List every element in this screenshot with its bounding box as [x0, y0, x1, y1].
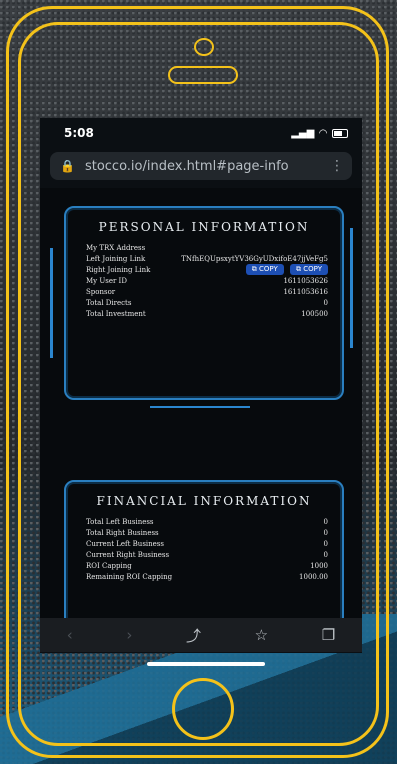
phone-screen: 5:08 ▂▄▆ ◠ 🔒 stocco.io/index.html#page-i…: [40, 118, 362, 653]
row-user-id: My User ID 1611053626: [86, 275, 328, 286]
row-label: Total Directs: [86, 298, 132, 307]
row-value: 0: [323, 539, 328, 548]
share-icon[interactable]: ⤴: [186, 625, 201, 646]
row-total-right-business: Total Right Business 0: [86, 527, 328, 538]
home-button[interactable]: [172, 678, 234, 740]
row-total-investment: Total Investment 100500: [86, 308, 328, 319]
row-value: 0: [323, 550, 328, 559]
personal-info-rows: My TRX Address Left Joining Link TNfhEQU…: [86, 242, 328, 319]
financial-info-rows: Total Left Business 0 Total Right Busine…: [86, 516, 328, 582]
personal-info-title: PERSONAL INFORMATION: [98, 220, 310, 234]
row-label: ROI Capping: [86, 561, 132, 570]
row-label: My TRX Address: [86, 243, 146, 252]
financial-info-title: FINANCIAL INFORMATION: [96, 494, 312, 508]
status-bar: 5:08 ▂▄▆ ◠: [40, 118, 362, 148]
home-indicator: [147, 662, 265, 666]
row-label: Right Joining Link: [86, 265, 151, 274]
row-total-left-business: Total Left Business 0: [86, 516, 328, 527]
row-label: Current Left Business: [86, 539, 164, 548]
row-remaining-roi-capping: Remaining ROI Capping 1000.00: [86, 571, 328, 582]
row-value: 1000.00: [299, 572, 328, 581]
status-icons: ▂▄▆ ◠: [291, 128, 348, 139]
row-value: 0: [323, 517, 328, 526]
row-value: 1611053626: [283, 276, 328, 285]
address-bar[interactable]: 🔒 stocco.io/index.html#page-info ⋮: [50, 152, 352, 180]
lock-icon: 🔒: [60, 159, 75, 173]
menu-icon[interactable]: ⋮: [330, 158, 344, 174]
copy-label: COPY: [259, 265, 278, 273]
row-value: 0: [323, 528, 328, 537]
row-total-directs: Total Directs 0: [86, 297, 328, 308]
row-value: 100500: [301, 309, 328, 318]
row-roi-capping: ROI Capping 1000: [86, 560, 328, 571]
signal-icon: ▂▄▆: [291, 127, 315, 139]
copy-label: COPY: [303, 265, 322, 273]
forward-icon[interactable]: ›: [126, 626, 132, 644]
row-value: 1000: [310, 561, 328, 570]
camera-icon: [194, 38, 214, 56]
financial-info-panel: FINANCIAL INFORMATION Total Left Busines…: [64, 480, 344, 634]
circuit-line: [50, 248, 53, 358]
row-value: 0: [323, 298, 328, 307]
row-label: Total Left Business: [86, 517, 154, 526]
circuit-line: [150, 406, 250, 408]
speaker-icon: [168, 66, 238, 84]
wifi-icon: ◠: [319, 127, 327, 139]
bookmark-icon[interactable]: ☆: [255, 626, 268, 644]
copy-buttons: ⧉ COPY ⧉ COPY: [242, 264, 328, 275]
left-joining-link-value: TNfhEQUpsxytYV36GyUDxifoE47jjVeFg5: [181, 254, 328, 263]
back-icon[interactable]: ‹: [67, 626, 73, 644]
row-current-right-business: Current Right Business 0: [86, 549, 328, 560]
row-label: Total Investment: [86, 309, 146, 318]
row-right-joining-link: Right Joining Link ⧉ COPY ⧉ COPY: [86, 264, 328, 275]
row-label: Left Joining Link: [86, 254, 146, 263]
tabs-icon[interactable]: ❐: [322, 626, 335, 644]
row-trx-address: My TRX Address: [86, 242, 328, 253]
row-label: Current Right Business: [86, 550, 170, 559]
row-sponsor: Sponsor 1611053616: [86, 286, 328, 297]
row-label: Sponsor: [86, 287, 116, 296]
row-current-left-business: Current Left Business 0: [86, 538, 328, 549]
row-label: My User ID: [86, 276, 127, 285]
battery-icon: [332, 128, 348, 138]
personal-info-panel: PERSONAL INFORMATION My TRX Address Left…: [64, 206, 344, 400]
copy-left-link-button[interactable]: ⧉ COPY: [245, 264, 284, 275]
row-label: Total Right Business: [86, 528, 159, 537]
browser-toolbar: ‹ › ⤴ ☆ ❐: [40, 618, 362, 652]
url-text: stocco.io/index.html#page-info: [84, 158, 289, 174]
status-time: 5:08: [64, 126, 94, 140]
row-left-joining-link: Left Joining Link TNfhEQUpsxytYV36GyUDxi…: [86, 253, 328, 264]
row-value: 1611053616: [283, 287, 328, 296]
row-label: Remaining ROI Capping: [86, 572, 173, 581]
page-content: PERSONAL INFORMATION My TRX Address Left…: [40, 188, 362, 634]
circuit-line: [350, 228, 353, 348]
copy-right-link-button[interactable]: ⧉ COPY: [290, 264, 328, 275]
